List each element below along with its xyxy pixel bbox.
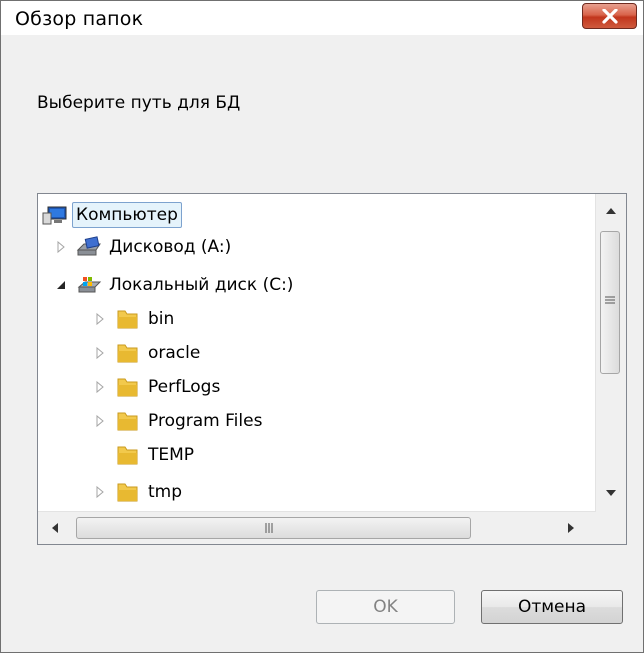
close-icon — [602, 9, 618, 24]
tree-item-label: Локальный диск (C:) — [109, 275, 294, 295]
local-disk-icon — [77, 277, 102, 293]
tree-item-temp[interactable]: TEMP — [93, 439, 197, 471]
scroll-right-icon[interactable] — [568, 523, 574, 533]
tree-item-perflogs[interactable]: PerfLogs — [93, 371, 223, 403]
cancel-button[interactable]: Отмена — [481, 590, 623, 624]
scroll-up-icon[interactable] — [606, 208, 616, 214]
expand-arrow-icon[interactable] — [93, 414, 107, 428]
tree-item-label: Дисковод (A:) — [109, 237, 232, 257]
tree-item-tmp[interactable]: tmp — [93, 476, 185, 508]
folder-icon — [117, 412, 138, 431]
folder-icon — [117, 483, 138, 502]
vertical-scroll-thumb[interactable] — [600, 231, 620, 374]
scroll-left-icon[interactable] — [52, 523, 58, 533]
instruction-text: Выберите путь для БД — [37, 93, 241, 113]
grip-icon — [605, 296, 615, 304]
expand-arrow-icon[interactable] — [54, 240, 68, 254]
ok-button[interactable]: OK — [316, 590, 455, 624]
scroll-down-icon[interactable] — [606, 490, 616, 496]
expand-arrow-icon[interactable] — [93, 380, 107, 394]
expand-arrow-icon[interactable] — [93, 346, 107, 360]
browse-folders-dialog: Обзор папок Выберите путь для БД Компьют… — [0, 0, 644, 653]
tree-item-label: TEMP — [148, 445, 195, 465]
tree-item-floppy-drive[interactable]: Дисковод (A:) — [54, 231, 234, 263]
tree-item-program-files[interactable]: Program Files — [93, 405, 265, 437]
grip-icon — [265, 523, 273, 533]
tree-item-label: oracle — [148, 343, 201, 363]
vertical-scrollbar[interactable] — [595, 194, 626, 512]
tree-item-label: Компьютер — [72, 202, 182, 228]
horizontal-scrollbar[interactable] — [38, 511, 596, 544]
tree-item-bin[interactable]: bin — [93, 303, 177, 335]
tree-item-local-disk[interactable]: Локальный диск (C:) — [54, 269, 296, 301]
close-button[interactable] — [582, 3, 637, 29]
computer-icon — [42, 206, 67, 225]
tree-item-label: Program Files — [148, 411, 263, 431]
tree-item-computer[interactable]: Компьютер — [42, 199, 182, 231]
folder-tree[interactable]: Компьютер Дисковод (A:) Локальный диск (… — [37, 193, 627, 545]
expand-arrow-icon[interactable] — [93, 312, 107, 326]
folder-icon — [117, 446, 138, 465]
no-expander — [93, 448, 107, 462]
tree-item-label: tmp — [148, 482, 183, 502]
expand-arrow-icon[interactable] — [93, 485, 107, 499]
horizontal-scroll-thumb[interactable] — [76, 517, 471, 539]
window-title: Обзор папок — [15, 8, 144, 30]
tree-item-oracle[interactable]: oracle — [93, 337, 203, 369]
floppy-drive-icon — [76, 236, 101, 256]
tree-item-label: bin — [148, 309, 175, 329]
scrollbar-corner — [596, 512, 626, 544]
collapse-arrow-icon[interactable] — [54, 278, 68, 292]
title-bar[interactable]: Обзор папок — [1, 1, 643, 35]
folder-icon — [117, 378, 138, 397]
folder-icon — [117, 344, 138, 363]
folder-icon — [117, 310, 138, 329]
tree-item-label: PerfLogs — [148, 377, 221, 397]
